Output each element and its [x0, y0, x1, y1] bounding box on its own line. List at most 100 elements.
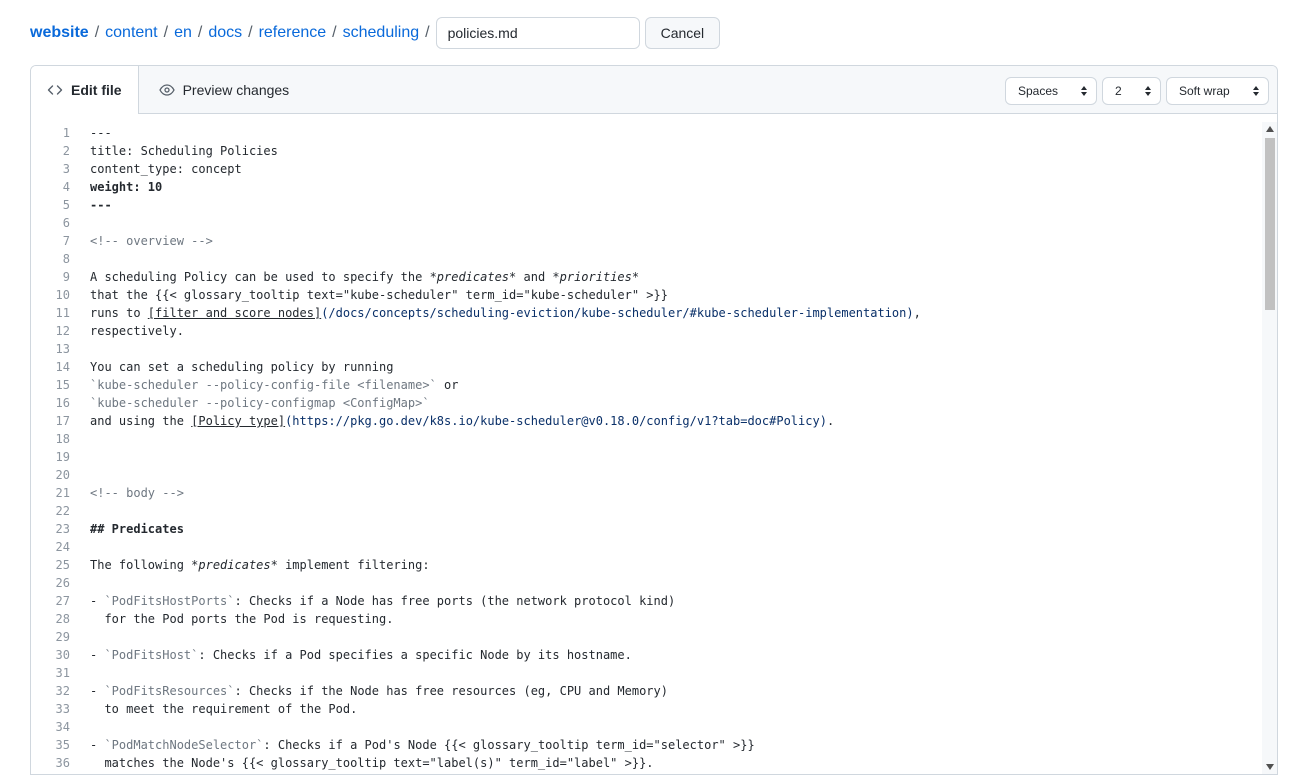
breadcrumb-link-reference[interactable]: reference	[259, 24, 327, 42]
code-line[interactable]: 8	[31, 250, 921, 268]
breadcrumb-link-scheduling[interactable]: scheduling	[343, 24, 420, 42]
code-line[interactable]: 9 A scheduling Policy can be used to spec…	[31, 268, 921, 286]
select-arrows-icon	[1252, 85, 1260, 100]
code-icon	[47, 82, 63, 98]
code-line[interactable]: 14 You can set a scheduling policy by run…	[31, 358, 921, 376]
indent-mode-select[interactable]: Spaces	[1005, 77, 1097, 105]
select-arrows-icon	[1144, 85, 1152, 100]
code-line[interactable]: 26	[31, 574, 921, 592]
line-number: 33	[55, 702, 70, 716]
line-content: and using the [Policy type](https://pkg.…	[90, 414, 835, 428]
line-number: 4	[62, 180, 70, 194]
wrap-mode-select[interactable]: Soft wrap	[1166, 77, 1269, 105]
line-number: 11	[55, 306, 70, 320]
line-content: to meet the requirement of the Pod.	[90, 702, 358, 716]
code-editor[interactable]: 1 --- 2 title: Scheduling Policies 3 content_…	[31, 114, 1277, 774]
breadcrumb-separator: /	[94, 24, 100, 41]
select-arrows-icon	[1080, 85, 1088, 100]
code-line[interactable]: 23 ## Predicates	[31, 520, 921, 538]
breadcrumb-root-link[interactable]: website	[30, 24, 89, 42]
line-content: <!-- overview -->	[90, 234, 213, 248]
code-line[interactable]: 16 `kube-scheduler --policy-configmap <Co…	[31, 394, 921, 412]
code-line[interactable]: 4 weight: 10	[31, 178, 921, 196]
line-number: 3	[62, 162, 70, 176]
code-line[interactable]: 32 - `PodFitsResources`: Checks if the No…	[31, 682, 921, 700]
line-number: 8	[62, 252, 70, 266]
code-line[interactable]: 22	[31, 502, 921, 520]
breadcrumb-separator: /	[248, 24, 253, 41]
code-line[interactable]: 1 ---	[31, 124, 921, 142]
breadcrumb-separator: /	[197, 24, 203, 41]
code-line[interactable]: 34	[31, 718, 921, 736]
code-line[interactable]: 24	[31, 538, 921, 556]
code-line[interactable]: 15 `kube-scheduler --policy-config-file <…	[31, 376, 921, 394]
code-line[interactable]: 7 <!-- overview -->	[31, 232, 921, 250]
code-line[interactable]: 10 that the {{< glossary_tooltip text="ku…	[31, 286, 921, 304]
line-number: 23	[55, 522, 70, 536]
code-line[interactable]: 5 ---	[31, 196, 921, 214]
line-number: 14	[55, 360, 70, 374]
cancel-button[interactable]: Cancel	[644, 17, 721, 49]
breadcrumb-link-content[interactable]: content	[105, 24, 157, 42]
line-content: - `PodMatchNodeSelector`: Checks if a Po…	[90, 738, 755, 752]
line-number: 1	[62, 126, 70, 140]
breadcrumb-separator: /	[425, 24, 430, 41]
code-line[interactable]: 25 The following *predicates* implement f…	[31, 556, 921, 574]
line-content: - `PodFitsResources`: Checks if the Node…	[90, 684, 668, 698]
code-line[interactable]: 36 matches the Node's {{< glossary_toolt…	[31, 754, 921, 772]
code-line[interactable]: 6	[31, 214, 921, 232]
line-content: `kube-scheduler --policy-configmap <Conf…	[90, 396, 430, 410]
editor-controls: Spaces 2 Soft wrap	[1000, 77, 1269, 105]
line-number: 31	[55, 666, 70, 680]
code-line[interactable]: 29	[31, 628, 921, 646]
code-line[interactable]: 11 runs to [filter and score nodes](/docs…	[31, 304, 921, 322]
code-line[interactable]: 17 and using the [Policy type](https://pk…	[31, 412, 921, 430]
line-content: `kube-scheduler --policy-config-file <fi…	[90, 378, 459, 392]
line-content: ## Predicates	[90, 522, 184, 536]
indent-size-select[interactable]: 2	[1102, 77, 1161, 105]
code-line[interactable]: 28 for the Pod ports the Pod is requesti…	[31, 610, 921, 628]
line-content: You can set a scheduling policy by runni…	[90, 360, 394, 374]
line-number: 19	[55, 450, 70, 464]
line-number: 27	[55, 594, 70, 608]
code-line[interactable]: 35 - `PodMatchNodeSelector`: Checks if a …	[31, 736, 921, 754]
tab-preview-changes[interactable]: Preview changes	[139, 66, 306, 113]
line-number: 12	[55, 324, 70, 338]
code-line[interactable]: 18	[31, 430, 921, 448]
code-line[interactable]: 12 respectively.	[31, 322, 921, 340]
line-number: 17	[55, 414, 70, 428]
indent-size-value: 2	[1115, 84, 1122, 98]
code-line[interactable]: 13	[31, 340, 921, 358]
scrollbar-thumb[interactable]	[1265, 138, 1275, 310]
tab-edit-file[interactable]: Edit file	[31, 66, 139, 114]
editor-header: Edit file Preview changes Spaces 2 Soft …	[31, 66, 1277, 114]
line-number: 36	[55, 756, 70, 770]
code-line[interactable]: 20	[31, 466, 921, 484]
wrap-mode-value: Soft wrap	[1179, 84, 1230, 98]
indent-mode-value: Spaces	[1018, 84, 1059, 98]
code-line[interactable]: 27 - `PodFitsHostPorts`: Checks if a Node…	[31, 592, 921, 610]
vertical-scrollbar[interactable]	[1262, 122, 1277, 774]
code-line[interactable]: 2 title: Scheduling Policies	[31, 142, 921, 160]
scroll-down-icon[interactable]	[1262, 760, 1277, 774]
line-number: 30	[55, 648, 70, 662]
line-number: 15	[55, 378, 70, 392]
code-line[interactable]: 19	[31, 448, 921, 466]
line-number: 6	[62, 216, 70, 230]
line-number: 26	[55, 576, 70, 590]
code-line[interactable]: 30 - `PodFitsHost`: Checks if a Pod speci…	[31, 646, 921, 664]
scroll-up-icon[interactable]	[1262, 122, 1277, 136]
filename-input[interactable]	[435, 17, 640, 49]
line-number: 2	[62, 144, 70, 158]
code-line[interactable]: 31	[31, 664, 921, 682]
code-line[interactable]: 33 to meet the requirement of the Pod.	[31, 700, 921, 718]
breadcrumb-link-en[interactable]: en	[174, 24, 192, 42]
line-content: for the Pod ports the Pod is requesting.	[90, 612, 394, 626]
line-content: ---	[90, 126, 112, 140]
code-line[interactable]: 21 <!-- body -->	[31, 484, 921, 502]
line-number: 22	[55, 504, 70, 518]
breadcrumb-link-docs[interactable]: docs	[208, 24, 242, 42]
line-content: <!-- body -->	[90, 486, 184, 500]
code-line[interactable]: 3 content_type: concept	[31, 160, 921, 178]
line-content: weight: 10	[90, 180, 163, 194]
